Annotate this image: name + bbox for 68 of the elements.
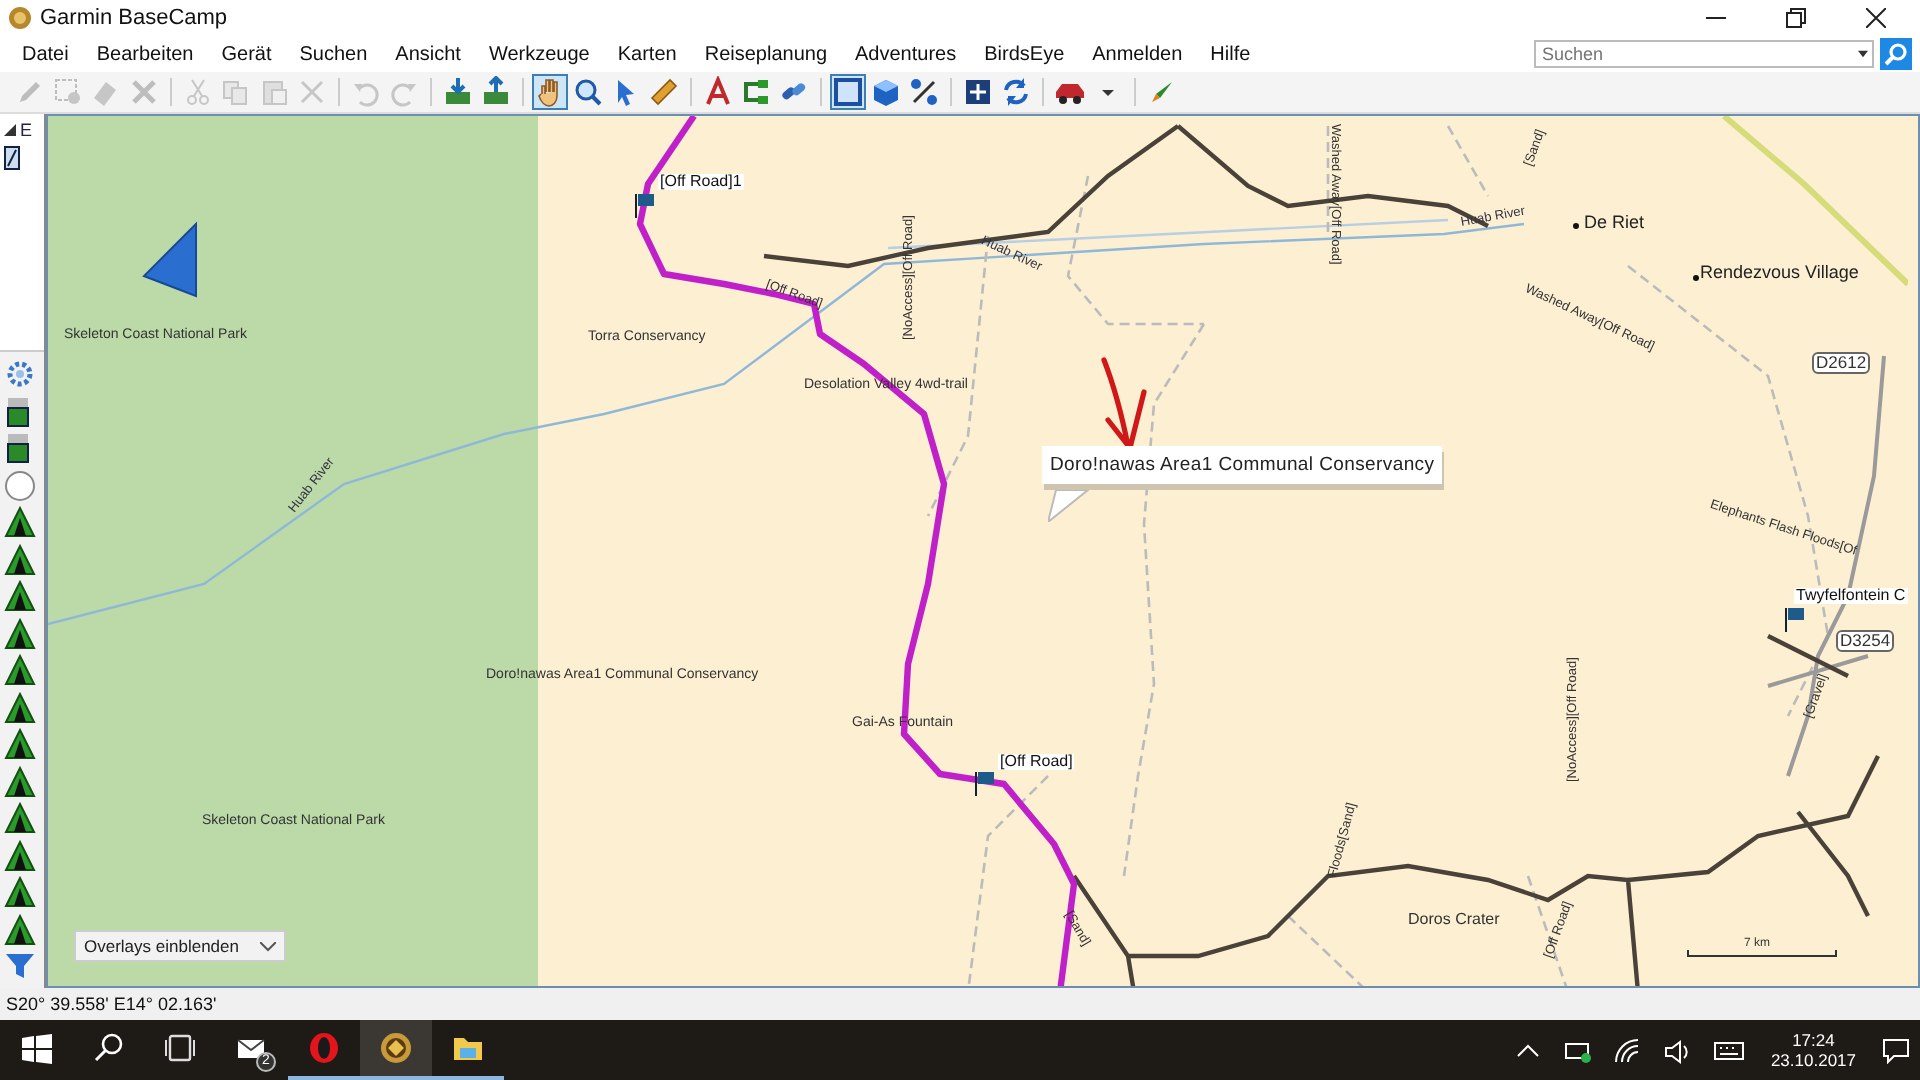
tooltip-tail-icon (1048, 490, 1092, 522)
menu-item[interactable]: Karten (603, 43, 691, 65)
menu-item[interactable]: BirdsEye (970, 43, 1079, 65)
flag-icon (635, 193, 654, 219)
road-number-label: D3254 (1836, 630, 1895, 651)
map-icon (4, 146, 20, 170)
flag-icon (975, 771, 994, 797)
waypoint-label: Twyfelfontein C (1794, 588, 1908, 604)
menu-item[interactable]: Reiseplanung (690, 43, 842, 65)
tent-icon[interactable] (4, 543, 36, 575)
task-view-icon (164, 1032, 196, 1064)
search-icon (1884, 42, 1908, 66)
menu-item[interactable]: Suchen (285, 43, 382, 65)
menu-item[interactable]: Adventures (841, 43, 971, 65)
waypoint-label: [Off Road]1 (658, 174, 744, 190)
gear-icon[interactable] (4, 358, 36, 390)
tent-icon[interactable] (4, 876, 36, 908)
tent-icon[interactable] (4, 728, 36, 760)
tent-icon[interactable] (4, 691, 36, 723)
coordinates-text: S20° 39.558' E14° 02.163' (6, 994, 217, 1014)
tent-icon[interactable] (4, 580, 36, 612)
menu-item[interactable]: Datei (8, 43, 83, 65)
menu-item[interactable]: Ansicht (381, 43, 475, 65)
menu-item[interactable]: Gerät (207, 43, 286, 65)
taskbar-button[interactable] (360, 1020, 432, 1080)
filter-icon[interactable] (4, 950, 36, 982)
folder-icon (452, 1032, 484, 1064)
tent-icon[interactable] (4, 913, 36, 945)
menu-item[interactable]: Werkzeuge (474, 43, 604, 65)
flag-icon (1785, 607, 1804, 633)
town-dot-icon (1573, 223, 1579, 229)
tent-icon[interactable] (4, 617, 36, 649)
battery-icon[interactable] (1564, 1037, 1595, 1063)
town-label: De Riet (1584, 214, 1645, 232)
notification-icon[interactable] (1882, 1037, 1910, 1063)
scale-bar-icon (1687, 949, 1837, 957)
windows-start-icon (20, 1032, 52, 1064)
arrow-drawing (1101, 357, 1147, 451)
compass-app-icon (380, 1032, 412, 1064)
place-label: Doros Crater (1408, 912, 1500, 928)
tent-icon[interactable] (4, 654, 36, 686)
restore-icon[interactable] (1786, 8, 1806, 28)
tent-icon[interactable] (4, 802, 36, 834)
position-triangle-icon (142, 221, 197, 298)
tree-item[interactable]: E (4, 120, 40, 140)
chevron-down-icon (259, 941, 275, 951)
overlay-dropdown[interactable]: Overlays einblenden (74, 930, 285, 962)
search-icon (92, 1032, 124, 1064)
waypoint-label: [Off Road] (998, 754, 1075, 770)
expanded-triangle-icon (4, 124, 16, 136)
town-dot-icon (1693, 275, 1699, 281)
menu-item[interactable]: Bearbeiten (82, 43, 208, 65)
tree-label[interactable]: E (20, 120, 33, 140)
keyboard-icon[interactable] (1714, 1037, 1745, 1063)
map-tooltip: Doro!nawas Area1 Communal Conservancy (1042, 446, 1443, 484)
tent-icon[interactable] (4, 839, 36, 871)
window-title: Garmin BaseCamp (40, 6, 228, 30)
menu-item[interactable]: Hilfe (1196, 43, 1265, 65)
tent-icon[interactable] (4, 765, 36, 797)
search-button[interactable] (1880, 38, 1912, 70)
town-label: Rendezvous Village (1700, 264, 1859, 282)
road-number-label: D2612 (1812, 352, 1871, 373)
clock[interactable]: 17:24 23.10.2017 (1770, 1029, 1856, 1071)
close-icon[interactable] (1866, 8, 1886, 28)
tent-icon[interactable] (4, 506, 36, 538)
menu-item[interactable]: Anmelden (1078, 43, 1197, 65)
browser-icon (308, 1032, 340, 1064)
app-logo-icon (8, 6, 32, 30)
